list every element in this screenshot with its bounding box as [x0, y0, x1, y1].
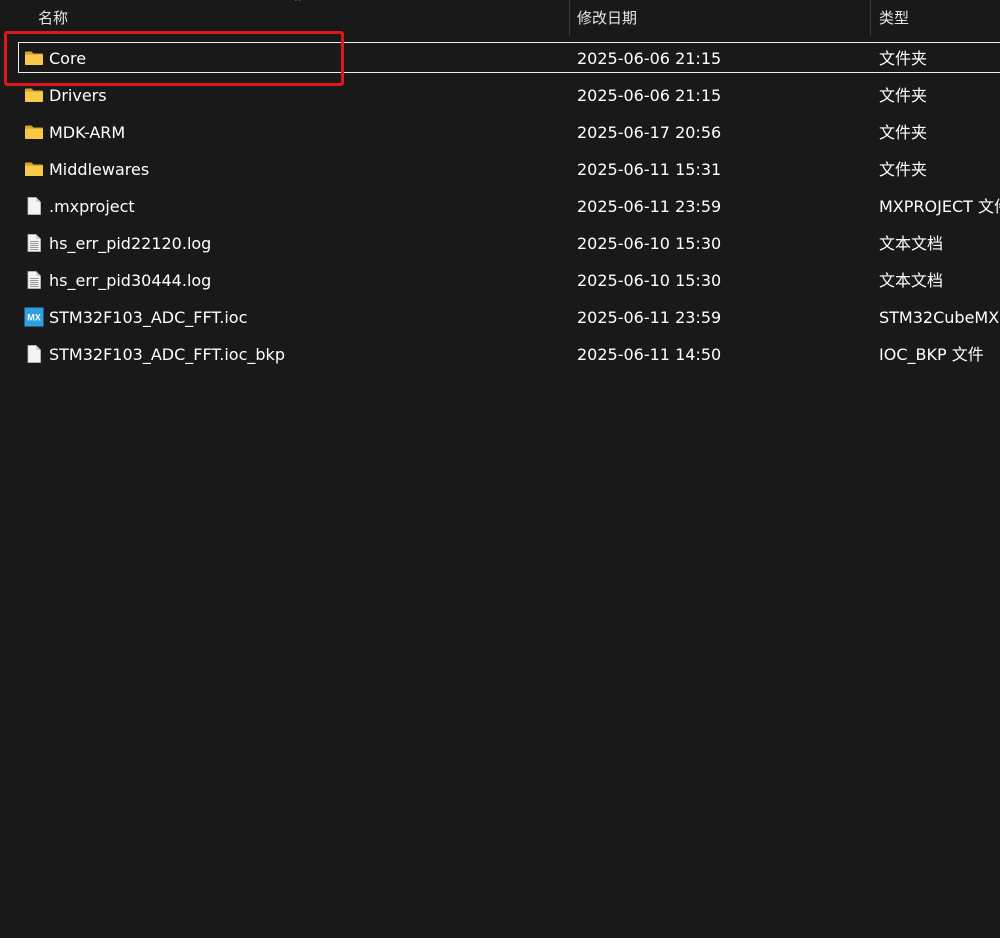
file-type: 文件夹 — [879, 86, 928, 105]
file-name: Core — [49, 49, 87, 68]
file-type: 文本文档 — [879, 234, 944, 253]
folder-icon — [24, 159, 44, 179]
file-name: .mxproject — [49, 197, 135, 216]
file-list: Core 2025-06-06 21:15 文件夹 Drivers 2025-06-06… — [0, 40, 1000, 373]
file-row[interactable]: Middlewares 2025-06-11 15:31 文件夹 — [0, 151, 1000, 188]
text-file-icon — [24, 233, 44, 253]
text-file-icon — [24, 270, 44, 290]
file-name: hs_err_pid22120.log — [49, 234, 212, 253]
file-type: STM32CubeMX — [879, 308, 1000, 327]
file-type: MXPROJECT 文件 — [879, 197, 1000, 216]
file-name: STM32F103_ADC_FFT.ioc — [49, 308, 248, 327]
folder-icon — [24, 85, 44, 105]
file-row[interactable]: hs_err_pid22120.log 2025-06-10 15:30 文本文档 — [0, 225, 1000, 262]
file-type: IOC_BKP 文件 — [879, 345, 984, 364]
file-row[interactable]: hs_err_pid30444.log 2025-06-10 15:30 文本文档 — [0, 262, 1000, 299]
file-modified-date: 2025-06-11 15:31 — [577, 160, 722, 179]
svg-text:MX: MX — [27, 313, 41, 323]
column-header-type[interactable]: 类型 — [871, 0, 1000, 36]
file-type: 文本文档 — [879, 271, 944, 290]
file-modified-date: 2025-06-06 21:15 — [577, 86, 722, 105]
file-modified-date: 2025-06-11 23:59 — [577, 308, 722, 327]
file-icon — [24, 196, 44, 216]
file-modified-date: 2025-06-10 15:30 — [577, 234, 722, 253]
file-row[interactable]: .mxproject 2025-06-11 23:59 MXPROJECT 文件 — [0, 188, 1000, 225]
file-name: hs_err_pid30444.log — [49, 271, 212, 290]
file-modified-date: 2025-06-11 14:50 — [577, 345, 722, 364]
file-row[interactable]: Core 2025-06-06 21:15 文件夹 — [0, 40, 1000, 77]
file-modified-date: 2025-06-11 23:59 — [577, 197, 722, 216]
column-header: 名称 ⌃ 修改日期 类型 — [0, 0, 1000, 36]
file-row[interactable]: MX STM32F103_ADC_FFT.ioc 2025-06-11 23:59 S… — [0, 299, 1000, 336]
file-name: MDK-ARM — [49, 123, 126, 142]
folder-icon — [24, 48, 44, 68]
file-icon — [24, 344, 44, 364]
file-name: STM32F103_ADC_FFT.ioc_bkp — [49, 345, 285, 364]
file-name: Middlewares — [49, 160, 150, 179]
file-modified-date: 2025-06-10 15:30 — [577, 271, 722, 290]
folder-icon — [24, 122, 44, 142]
file-type: 文件夹 — [879, 49, 928, 68]
file-modified-date: 2025-06-06 21:15 — [577, 49, 722, 68]
file-name: Drivers — [49, 86, 107, 105]
file-row[interactable]: Drivers 2025-06-06 21:15 文件夹 — [0, 77, 1000, 114]
file-type: 文件夹 — [879, 123, 928, 142]
file-type: 文件夹 — [879, 160, 928, 179]
column-header-date[interactable]: 修改日期 — [569, 0, 870, 36]
sort-ascending-icon: ⌃ — [293, 0, 303, 9]
mx-icon: MX — [24, 307, 44, 327]
file-modified-date: 2025-06-17 20:56 — [577, 123, 722, 142]
file-row[interactable]: MDK-ARM 2025-06-17 20:56 文件夹 — [0, 114, 1000, 151]
file-row[interactable]: STM32F103_ADC_FFT.ioc_bkp 2025-06-11 14:5… — [0, 336, 1000, 373]
